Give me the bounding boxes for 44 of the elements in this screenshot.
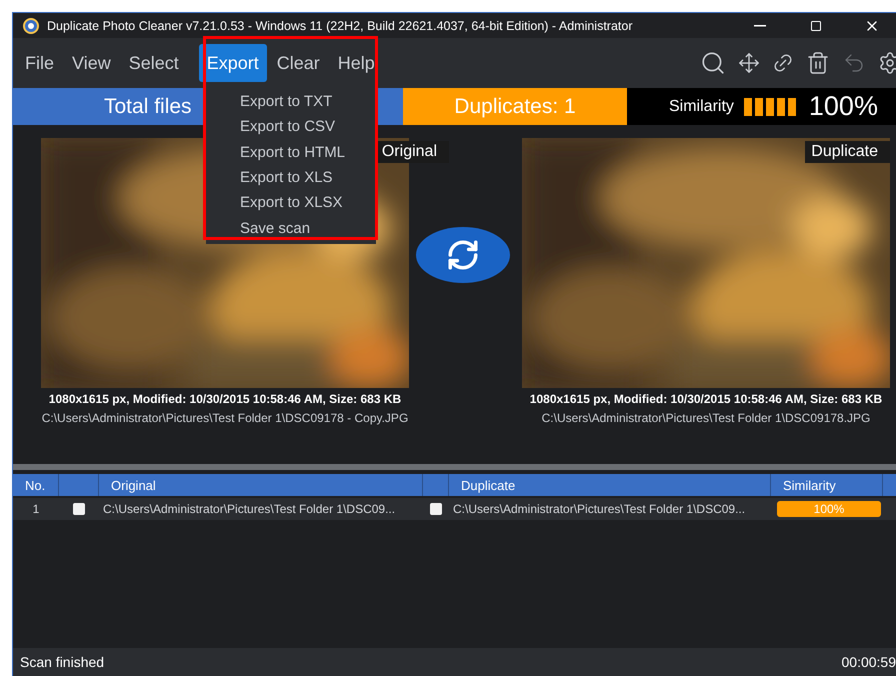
photo-label: Duplicate — [805, 141, 890, 163]
search-icon[interactable] — [700, 50, 726, 76]
photo-info: 1080x1615 px, Modified: 10/30/2015 10:58:46 AM, Size: 683 KB — [48, 392, 402, 406]
photo-path: C:\Users\Administrator\Pictures\Test Folder 1\DSC09178 - Copy.JPG — [42, 411, 408, 425]
trash-icon[interactable] — [806, 51, 830, 75]
table-cell: 1 — [32, 502, 40, 516]
menu-item[interactable]: Clear — [268, 44, 328, 82]
menu-item[interactable]: Export — [198, 44, 267, 82]
menu-option[interactable]: Export to TXT — [206, 89, 376, 114]
menu-option[interactable]: Export to XLSX — [206, 190, 376, 216]
menu-option[interactable]: Export to HTML — [206, 140, 376, 165]
status-message: Scan finished — [20, 654, 104, 670]
menu-item[interactable]: Select — [120, 44, 187, 82]
photo-path: C:\Users\Administrator\Pictures\Test Folder 1\DSC09178.JPG — [542, 411, 870, 425]
elapsed-time: 00:00:59 — [842, 654, 896, 670]
similarity-percent: 100% — [812, 501, 846, 517]
photo-info: 1080x1615 px, Modified: 10/30/2015 10:58:46 AM, Size: 683 KB — [530, 392, 882, 406]
table-cell: C:\Users\Administrator\Pictures\Test Folder 1\DSC09... — [453, 502, 746, 516]
checkbox[interactable] — [73, 503, 85, 515]
similarity-label: Similarity — [669, 98, 734, 116]
total-files-label: Total files — [104, 94, 192, 118]
checkbox[interactable] — [430, 503, 442, 515]
column-header[interactable]: Duplicate — [449, 474, 771, 496]
swap-icon — [446, 238, 480, 272]
app-logo-icon — [23, 18, 39, 34]
menu-item[interactable]: View — [64, 44, 119, 82]
menu-item[interactable]: File — [17, 44, 62, 82]
column-header[interactable]: Original — [99, 474, 423, 496]
move-arrows-icon[interactable] — [738, 52, 760, 74]
similarity-value: 100% — [808, 91, 878, 122]
settings-icon[interactable] — [878, 51, 896, 75]
column-header[interactable]: No. — [13, 474, 59, 496]
photo-label: Original — [376, 141, 449, 163]
minimize-icon — [754, 24, 766, 26]
column-header[interactable]: Similarity — [771, 474, 883, 496]
menu-option[interactable]: Export to XLS — [206, 164, 376, 190]
maximize-icon — [810, 20, 822, 32]
table-row[interactable]: 1 C:\Users\Administrator\Pictures\Test Folder 1\DSC09... C:\Users\Administrator\Pictures\Test Folder 1\DSC09... 100% — [13, 498, 896, 520]
table-cell: C:\Users\Administrator\Pictures\Test Folder 1\DSC09... — [103, 502, 396, 516]
menu-option[interactable]: Export to CSV — [206, 114, 376, 140]
menu-item[interactable]: Help — [330, 44, 383, 82]
window-title: Duplicate Photo Cleaner v7.21.0.53 - Windows 11 (22H2, Build 22621.4037, 64-bit Edition) - Administrator — [47, 18, 634, 32]
duplicates-count: Duplicates: 1 — [454, 94, 576, 118]
menu-option[interactable]: Save scan — [206, 215, 376, 241]
